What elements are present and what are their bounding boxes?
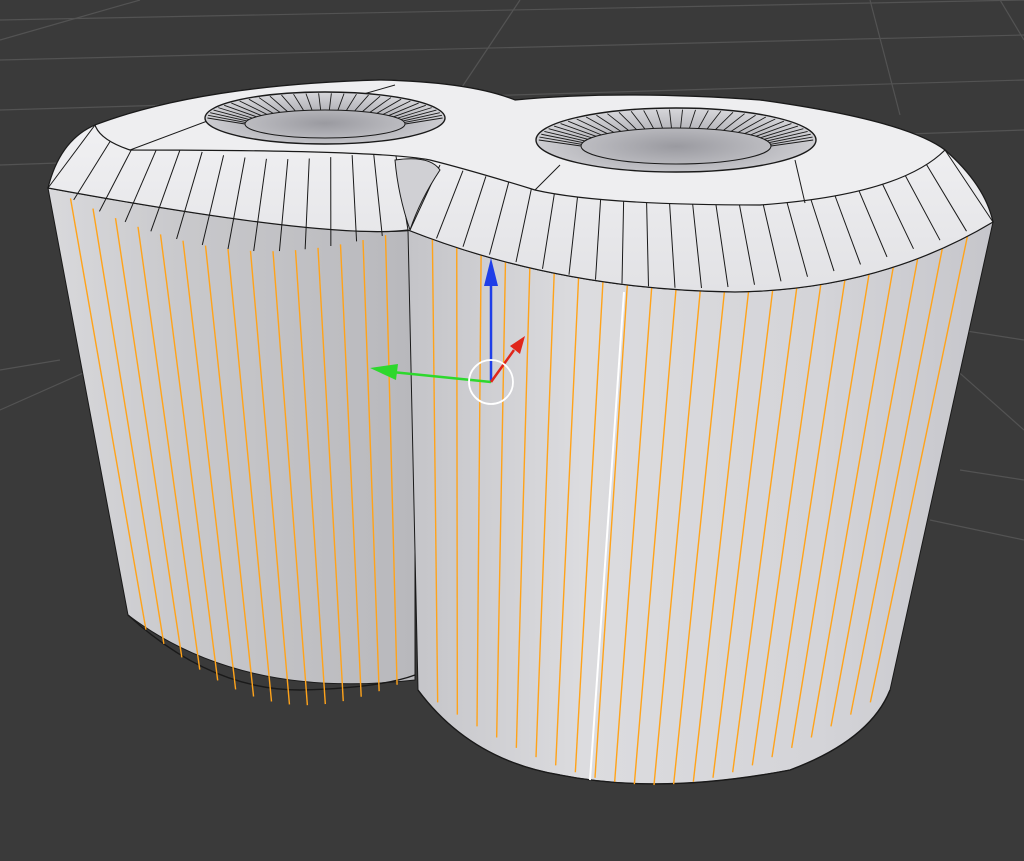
grid-line [959, 469, 1024, 481]
grid-line [929, 519, 1024, 541]
right-cylinder-side[interactable] [407, 220, 994, 785]
grid-line [0, 359, 61, 371]
grid-line [0, 369, 91, 411]
selected-edge[interactable] [456, 245, 459, 715]
left-hole[interactable] [204, 91, 446, 145]
left-cylinder-side[interactable] [47, 187, 416, 685]
grid-line [959, 329, 1024, 341]
right-hole[interactable] [535, 107, 817, 173]
grid-line [999, 0, 1024, 41]
3d-viewport[interactable] [0, 0, 1024, 861]
grid-line [0, 34, 1024, 61]
grid-line [869, 0, 901, 116]
